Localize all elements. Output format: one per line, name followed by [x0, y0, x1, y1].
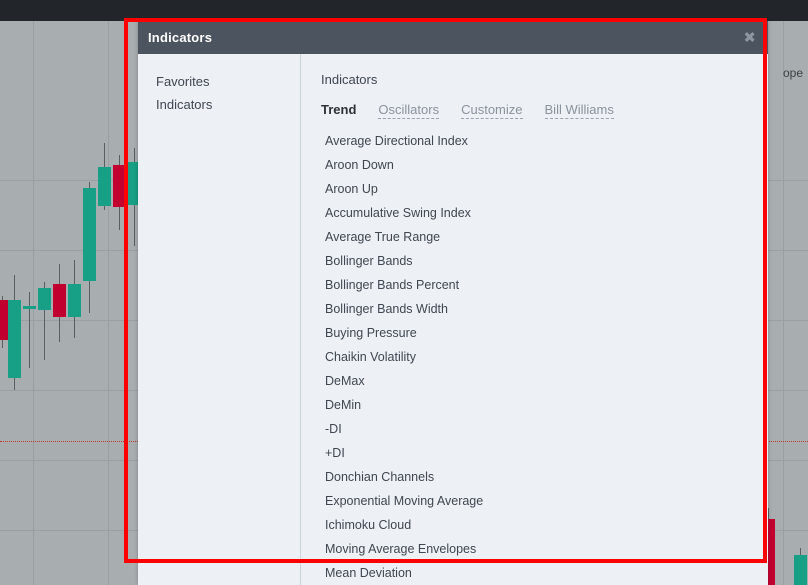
- chart-candle: [38, 21, 51, 585]
- tab-customize[interactable]: Customize: [461, 102, 523, 119]
- candle-body: [23, 306, 36, 309]
- content-title: Indicators: [321, 72, 378, 87]
- dialog-title: Indicators: [148, 30, 213, 45]
- indicator-item[interactable]: Ichimoku Cloud: [325, 513, 768, 537]
- indicator-item[interactable]: Bollinger Bands Width: [325, 297, 768, 321]
- dialog-body: Favorites Indicators Indicators Trend Osci…: [138, 54, 768, 585]
- candle-body: [83, 188, 96, 281]
- indicator-item[interactable]: Exponential Moving Average: [325, 489, 768, 513]
- chart-candle: [53, 21, 66, 585]
- indicator-item[interactable]: Buying Pressure: [325, 321, 768, 345]
- sidebar-item-indicators[interactable]: Indicators: [138, 93, 300, 116]
- candle-body: [53, 284, 66, 317]
- candle-body: [98, 167, 111, 206]
- chart-candle: [8, 21, 21, 585]
- chart-candle: [83, 21, 96, 585]
- dialog-header: Indicators ✖: [138, 21, 768, 54]
- indicator-item[interactable]: DeMin: [325, 393, 768, 417]
- dialog-side-nav: Favorites Indicators: [138, 54, 301, 585]
- indicator-item[interactable]: Mean Deviation: [325, 561, 768, 585]
- indicator-list: Average Directional Index Aroon Down Aroon…: [301, 129, 768, 585]
- dialog-content: Indicators Trend Oscillators Customize Bill…: [301, 54, 768, 585]
- indicator-item[interactable]: Donchian Channels: [325, 465, 768, 489]
- indicator-item[interactable]: Accumulative Swing Index: [325, 201, 768, 225]
- app-root: ope Indicators ✖ Favorites Indicators Ind…: [0, 0, 808, 585]
- tab-oscillators[interactable]: Oscillators: [378, 102, 440, 119]
- indicator-item[interactable]: Bollinger Bands: [325, 249, 768, 273]
- candle-body: [68, 284, 81, 317]
- chart-candle: [23, 21, 36, 585]
- candle-wick: [29, 292, 30, 368]
- indicator-item[interactable]: Aroon Up: [325, 177, 768, 201]
- chart-candle: [68, 21, 81, 585]
- indicators-dialog: Indicators ✖ Favorites Indicators Indicat…: [138, 21, 768, 585]
- chart-gridline-vertical: [783, 21, 784, 585]
- sidebar-item-favorites[interactable]: Favorites: [138, 70, 300, 93]
- indicator-item[interactable]: +DI: [325, 441, 768, 465]
- chart-axis-label: ope: [783, 66, 804, 80]
- candle-body: [8, 300, 21, 378]
- candle-body: [794, 555, 807, 585]
- candle-body: [113, 165, 126, 207]
- indicator-item[interactable]: DeMax: [325, 369, 768, 393]
- indicator-item[interactable]: Average Directional Index: [325, 129, 768, 153]
- app-topbar: [0, 0, 808, 21]
- indicator-item[interactable]: Average True Range: [325, 225, 768, 249]
- candle-body: [38, 288, 51, 310]
- indicator-item[interactable]: Chaikin Volatility: [325, 345, 768, 369]
- tab-bill-williams[interactable]: Bill Williams: [544, 102, 614, 119]
- indicator-item[interactable]: -DI: [325, 417, 768, 441]
- chart-candle: [113, 21, 126, 585]
- indicator-item[interactable]: Moving Average Envelopes: [325, 537, 768, 561]
- close-icon[interactable]: ✖: [743, 30, 756, 45]
- tab-trend[interactable]: Trend: [321, 102, 356, 117]
- indicator-item[interactable]: Aroon Down: [325, 153, 768, 177]
- chart-candle: [98, 21, 111, 585]
- category-tabs: Trend Oscillators Customize Bill Williams: [301, 102, 768, 119]
- indicator-item[interactable]: Bollinger Bands Percent: [325, 273, 768, 297]
- chart-candle: [794, 21, 807, 585]
